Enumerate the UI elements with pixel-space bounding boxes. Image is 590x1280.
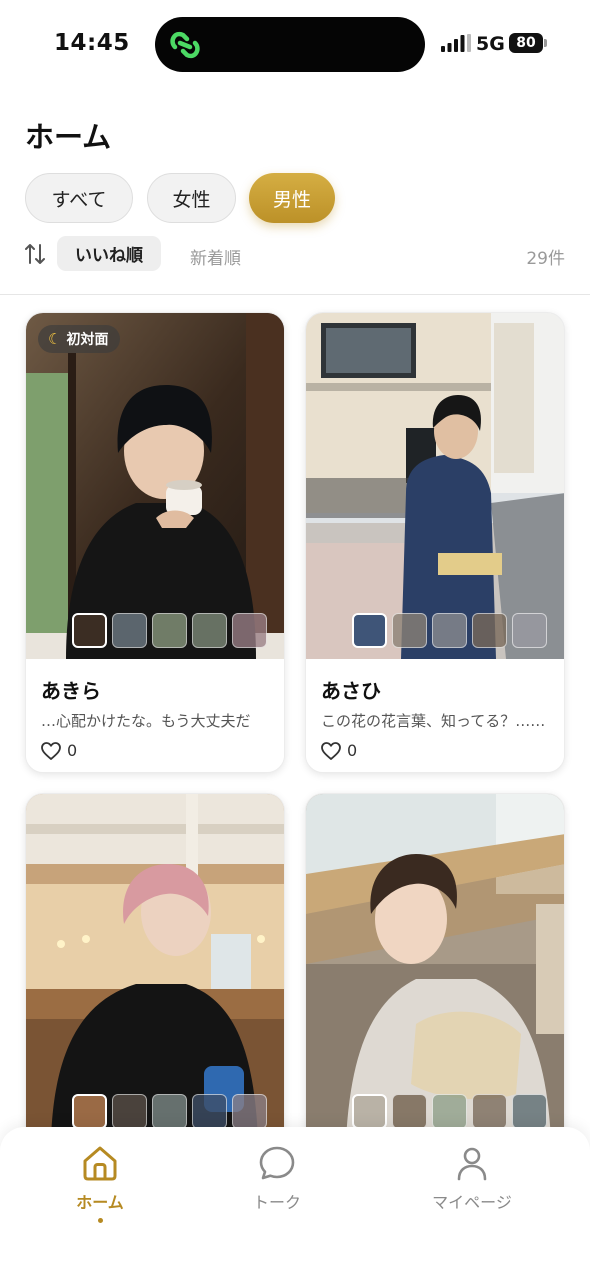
divider (0, 294, 590, 295)
page-title: ホーム (25, 120, 112, 154)
dynamic-island (155, 17, 425, 72)
character-card[interactable]: あさひ この花の花言葉、知ってる？…… 0 (305, 312, 565, 773)
tab-label: マイページ (432, 1193, 512, 1212)
photo-thumbnails (352, 613, 552, 648)
badge-label: 初対面 (66, 332, 109, 348)
like-count: 0 (67, 741, 78, 760)
photo-thumbnails (72, 1094, 272, 1129)
character-photo (26, 794, 284, 1140)
heart-icon (41, 741, 61, 760)
photo-thumbnail[interactable] (152, 1094, 187, 1129)
tab-label: ホーム (76, 1193, 124, 1212)
sort-icon[interactable] (24, 242, 46, 266)
character-name: あさひ (321, 679, 381, 703)
photo-thumbnail[interactable] (112, 1094, 147, 1129)
result-count: 29件 (526, 249, 565, 269)
photo-thumbnail[interactable] (432, 1094, 467, 1129)
character-photo (306, 794, 564, 1140)
filter-male-button[interactable]: 男性 (249, 173, 335, 223)
photo-thumbnail[interactable] (512, 1094, 547, 1129)
filter-female-button[interactable]: 女性 (147, 173, 236, 223)
photo-thumbnail[interactable] (512, 613, 547, 648)
photo-thumbnail[interactable] (352, 1094, 387, 1129)
tab-label: トーク (252, 1193, 301, 1212)
like-count: 0 (347, 741, 358, 760)
photo-thumbnail[interactable] (72, 1094, 107, 1129)
photo-thumbnail[interactable] (152, 613, 187, 648)
battery-tip (544, 39, 547, 47)
tab-mypage[interactable]: マイページ (402, 1145, 542, 1213)
photo-thumbnail[interactable] (392, 1094, 427, 1129)
photo-thumbnail[interactable] (192, 613, 227, 648)
home-icon (83, 1146, 117, 1181)
photo-thumbnail[interactable] (392, 613, 427, 648)
sort-likes-button[interactable]: いいね順 (57, 236, 161, 271)
tab-home[interactable]: ホーム (30, 1145, 170, 1223)
chat-bubble-icon (259, 1146, 295, 1180)
active-indicator (97, 1218, 103, 1223)
photo-thumbnail[interactable] (232, 1094, 267, 1129)
card-info: あさひ この花の花言葉、知ってる？…… 0 (306, 659, 564, 772)
first-meet-badge: ☾ 初対面 (38, 325, 121, 353)
bottom-tab-bar: ホーム トーク マイページ (0, 1127, 590, 1280)
photo-thumbnail[interactable] (192, 1094, 227, 1129)
signal-icon (441, 34, 471, 52)
tab-talk[interactable]: トーク (207, 1145, 347, 1213)
like-button[interactable]: 0 (321, 741, 357, 760)
character-card[interactable]: ☾ 初対面 あきら …心配かけたな。もう大丈夫だ 0 (25, 312, 285, 773)
character-photo (306, 313, 564, 659)
character-message: …心配かけたな。もう大丈夫だ (41, 712, 251, 730)
character-message: この花の花言葉、知ってる？…… (321, 712, 546, 730)
status-bar: 14:45 5G 80 (0, 0, 590, 90)
heart-icon (321, 741, 341, 760)
photo-thumbnail[interactable] (472, 1094, 507, 1129)
app-link-icon (170, 31, 200, 59)
moon-icon: ☾ (48, 330, 62, 348)
sort-newest-button[interactable]: 新着順 (190, 244, 241, 269)
photo-thumbnails (72, 613, 272, 648)
network-type: 5G (476, 33, 505, 55)
status-time: 14:45 (54, 30, 130, 56)
person-icon (457, 1147, 487, 1181)
photo-thumbnail[interactable] (352, 613, 387, 648)
card-info: あきら …心配かけたな。もう大丈夫だ 0 (26, 659, 284, 772)
character-name: あきら (41, 679, 101, 703)
like-button[interactable]: 0 (41, 741, 77, 760)
battery-icon: 80 (509, 33, 543, 53)
photo-thumbnails (352, 1094, 552, 1129)
photo-thumbnail[interactable] (432, 613, 467, 648)
photo-thumbnail[interactable] (112, 613, 147, 648)
filter-all-button[interactable]: すべて (25, 173, 133, 223)
photo-thumbnail[interactable] (72, 613, 107, 648)
character-photo: ☾ 初対面 (26, 313, 284, 659)
photo-thumbnail[interactable] (472, 613, 507, 648)
photo-thumbnail[interactable] (232, 613, 267, 648)
